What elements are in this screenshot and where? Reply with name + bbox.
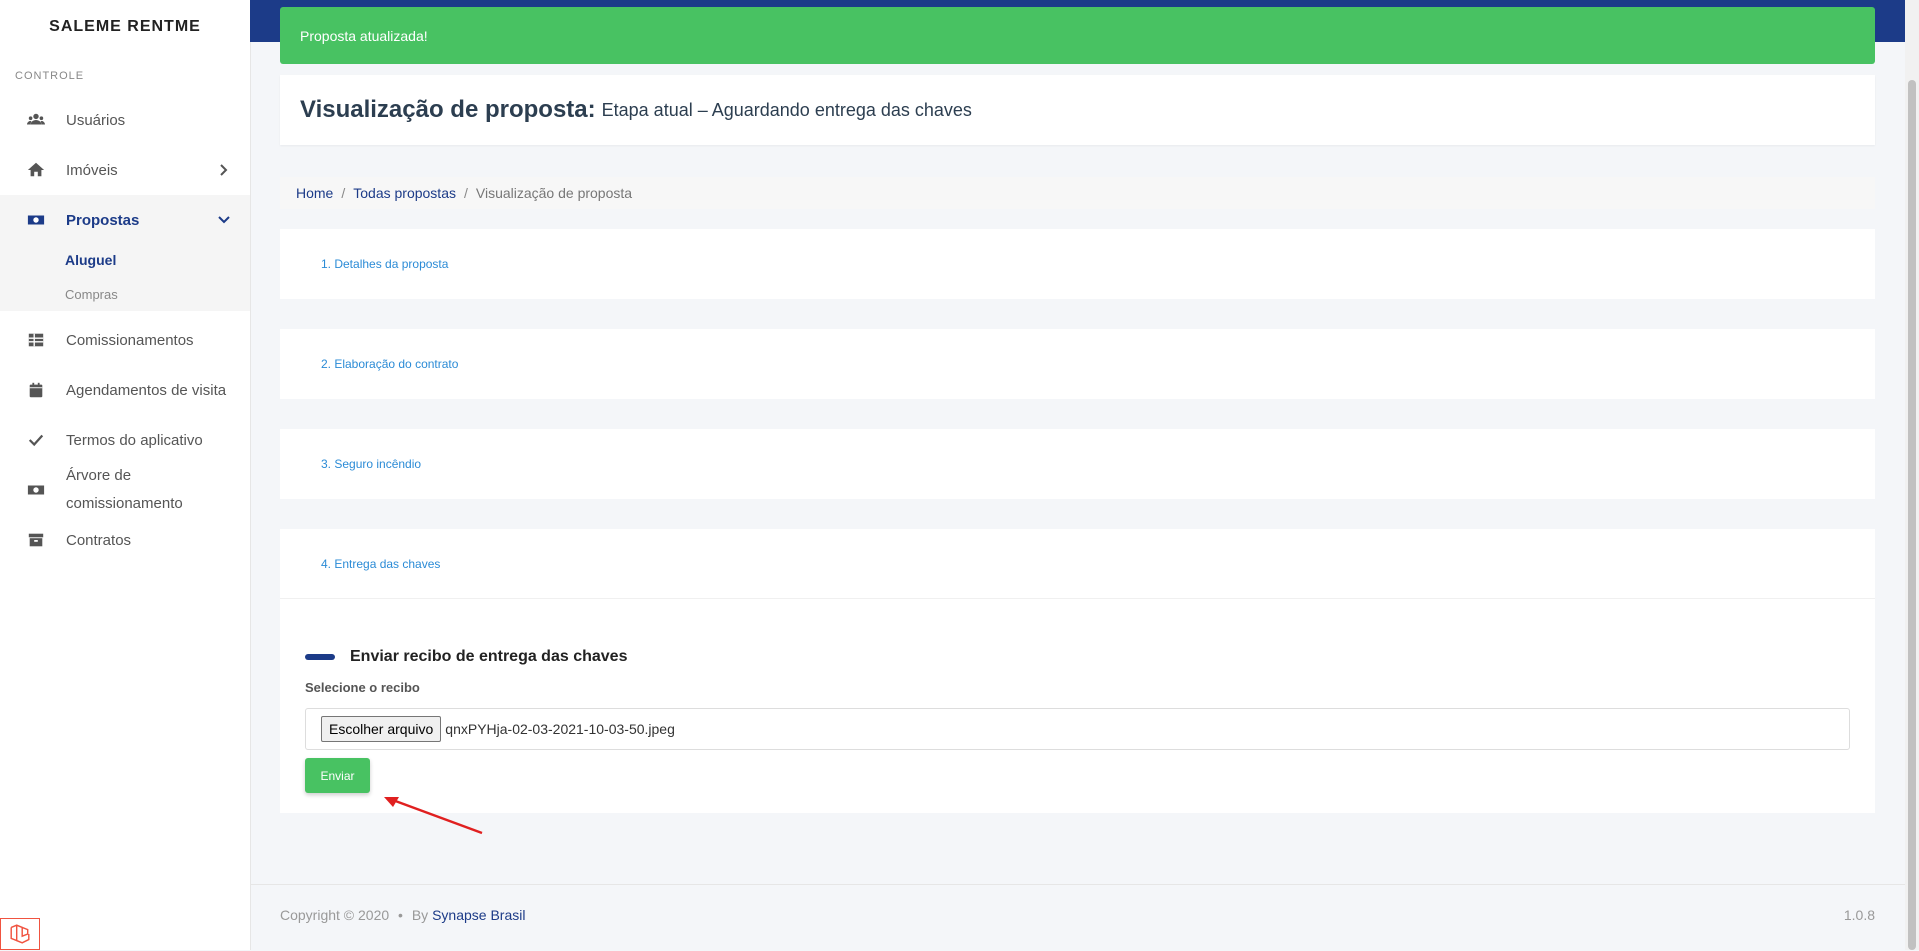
entrega-form: Enviar recibo de entrega das chaves Sele… (280, 598, 1875, 813)
sidebar-item-termos[interactable]: Termos do aplicativo (0, 415, 250, 465)
sidebar-item-imoveis[interactable]: Imóveis (0, 145, 250, 195)
footer: Copyright © 2020 • By Synapse Brasil 1.0… (250, 884, 1905, 951)
sidebar-item-arvore[interactable]: Árvore de comissionamento (0, 462, 250, 518)
table-icon (28, 333, 44, 347)
sidebar-item-contratos[interactable]: Contratos (0, 515, 250, 565)
step-link-entrega[interactable]: 4. Entrega das chaves (321, 557, 440, 571)
breadcrumb-separator: / (463, 185, 468, 201)
chevron-down-icon (218, 216, 230, 224)
sidebar: SALEME RENTME CONTROLE Usuários Imóveis … (0, 0, 251, 950)
chevron-right-icon (220, 164, 228, 176)
brand-logo[interactable]: SALEME RENTME (0, 18, 250, 36)
sidebar-item-label: Comissionamentos (66, 331, 194, 349)
laravel-icon (10, 924, 30, 944)
breadcrumb-separator: / (341, 185, 346, 201)
step-card-1: 1. Detalhes da proposta (280, 229, 1875, 299)
sidebar-item-agendamentos[interactable]: Agendamentos de visita (0, 365, 250, 415)
copyright-text: Copyright © 2020 (280, 907, 390, 923)
app-version: 1.0.8 (1843, 907, 1875, 923)
page-subtitle: Etapa atual – Aguardando entrega das cha… (601, 99, 972, 120)
sidebar-section-label: CONTROLE (15, 70, 85, 82)
step-card-3: 3. Seguro incêndio (280, 429, 1875, 499)
step-card-4: 4. Entrega das chaves (280, 529, 1875, 599)
step-link-seguro[interactable]: 3. Seguro incêndio (321, 457, 421, 471)
sidebar-item-label-line2: comissionamento (66, 495, 183, 512)
heading-accent-bar (305, 654, 335, 660)
submit-button[interactable]: Enviar (305, 758, 370, 793)
sidebar-item-label: Contratos (66, 531, 132, 549)
users-icon (27, 113, 45, 125)
money-bill-icon (27, 485, 45, 495)
sidebar-item-label: Termos do aplicativo (66, 431, 203, 449)
selected-file-name: qnxPYHja-02-03-2021-10-03-50.jpeg (445, 721, 675, 737)
form-heading-text: Enviar recibo de entrega das chaves (350, 648, 628, 665)
annotation-arrow-icon (384, 797, 483, 835)
calendar-icon (29, 382, 43, 398)
footer-by: By (411, 907, 429, 923)
sidebar-item-label-line1: Árvore de (66, 467, 132, 484)
sidebar-item-label: Usuários (66, 111, 126, 129)
page-title-card: Visualização de proposta: Etapa atual – … (280, 75, 1875, 145)
home-icon (27, 162, 45, 177)
sidebar-item-usuarios[interactable]: Usuários (0, 95, 250, 145)
footer-bullet: • (398, 907, 403, 923)
file-label: Selecione o recibo (305, 680, 420, 695)
step-link-detalhes[interactable]: 1. Detalhes da proposta (321, 257, 448, 271)
breadcrumb-current: Visualização de proposta (475, 185, 633, 201)
scrollbar-thumb[interactable] (1908, 80, 1916, 950)
footer-company-link[interactable]: Synapse Brasil (432, 907, 525, 923)
step-card-2: 2. Elaboração do contrato (280, 329, 1875, 399)
check-icon (28, 434, 44, 447)
footer-copyright: Copyright © 2020 • By Synapse Brasil (280, 907, 525, 923)
money-bill-icon (27, 215, 45, 225)
success-alert: Proposta atualizada! (280, 7, 1875, 64)
sidebar-item-label: Agendamentos de visita (66, 381, 227, 399)
archive-icon (28, 533, 44, 547)
page-title: Visualização de proposta: (300, 96, 596, 123)
sidebar-item-label: Propostas (66, 211, 140, 229)
laravel-debugbar-button[interactable] (0, 918, 40, 950)
form-heading: Enviar recibo de entrega das chaves (305, 648, 627, 666)
sidebar-subitem-aluguel[interactable]: Aluguel (65, 252, 116, 268)
step-link-contrato[interactable]: 2. Elaboração do contrato (321, 357, 458, 371)
alert-message: Proposta atualizada! (300, 27, 428, 44)
sidebar-item-label: Árvore de comissionamento (66, 462, 183, 518)
page-scrollbar[interactable] (1905, 0, 1919, 950)
breadcrumb-todas-propostas[interactable]: Todas propostas (353, 185, 456, 201)
sidebar-item-comissionamentos[interactable]: Comissionamentos (0, 315, 250, 365)
breadcrumb: Home / Todas propostas / Visualização de… (280, 177, 1875, 209)
file-input[interactable]: Escolher arquivo qnxPYHja-02-03-2021-10-… (305, 708, 1850, 750)
sidebar-subitem-compras[interactable]: Compras (65, 287, 118, 302)
breadcrumb-home[interactable]: Home (296, 185, 333, 201)
sidebar-item-propostas[interactable]: Propostas (0, 195, 250, 245)
sidebar-item-label: Imóveis (66, 161, 118, 179)
choose-file-button[interactable]: Escolher arquivo (321, 716, 442, 742)
